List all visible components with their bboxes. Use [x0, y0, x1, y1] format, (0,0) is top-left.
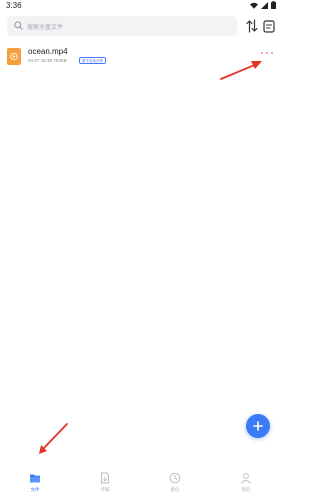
status-icons	[250, 1, 276, 9]
nav-item-profile[interactable]: 我的	[231, 472, 261, 498]
nav-label: 传输	[100, 487, 110, 492]
add-button[interactable]	[246, 414, 270, 438]
nav-item-backup[interactable]: 备份	[160, 472, 190, 498]
video-file-icon	[7, 48, 21, 65]
list-item[interactable]: ocean.mp4 04-07 15:35 753KB 暂不支持分享	[0, 44, 281, 70]
status-bar: 3:36	[0, 0, 281, 12]
battery-icon	[271, 1, 276, 9]
user-icon	[241, 473, 251, 484]
wifi-icon	[250, 2, 258, 9]
more-dot	[261, 52, 263, 54]
folder-icon	[30, 474, 40, 483]
search-icon	[14, 21, 23, 30]
transfer-icon	[101, 472, 109, 484]
more-options-button[interactable]	[259, 48, 275, 58]
file-name: ocean.mp4	[28, 47, 68, 56]
plus-icon	[253, 421, 263, 431]
nav-item-files[interactable]: 文件	[20, 472, 50, 498]
annotation-arrows	[39, 61, 262, 454]
annotation-arrow-files-tab	[39, 423, 68, 454]
more-dot	[271, 52, 273, 54]
nav-label: 我的	[241, 487, 251, 492]
sort-button[interactable]	[246, 19, 258, 33]
nav-label: 备份	[170, 487, 180, 492]
bottom-nav: 文件 传输 备份 我的	[0, 466, 281, 500]
share-status-badge: 暂不支持分享	[79, 57, 106, 64]
filter-icon	[263, 20, 275, 33]
file-meta: 04-07 15:35 753KB	[28, 58, 67, 63]
status-time: 3:36	[6, 1, 22, 10]
sort-icon	[246, 19, 258, 33]
nav-label: 文件	[30, 487, 40, 492]
nav-item-transfer[interactable]: 传输	[90, 472, 120, 498]
filter-button[interactable]	[263, 19, 275, 33]
signal-icon	[261, 1, 268, 9]
search-input[interactable]: 搜索全盘文件	[27, 22, 63, 31]
backup-icon	[169, 472, 181, 484]
more-dot	[266, 52, 268, 54]
search-bar[interactable]: 搜索全盘文件	[7, 16, 237, 36]
